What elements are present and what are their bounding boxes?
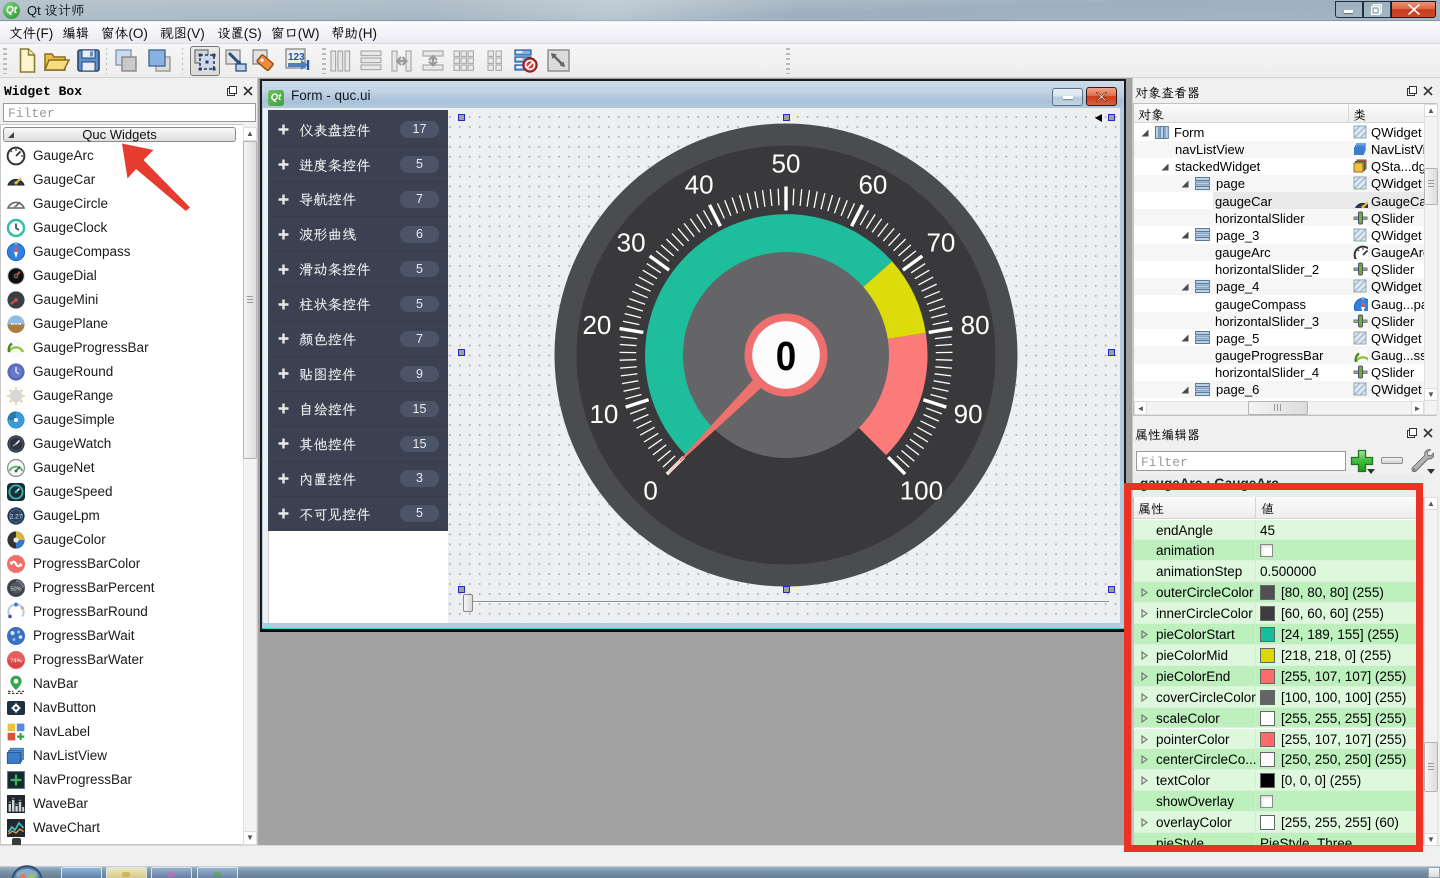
svg-text:40: 40 bbox=[685, 169, 714, 199]
svg-text:70: 70 bbox=[926, 227, 955, 257]
svg-text:74%: 74% bbox=[10, 659, 22, 665]
svg-text:90: 90 bbox=[954, 399, 983, 429]
svg-text:10: 10 bbox=[589, 399, 618, 429]
svg-text:50: 50 bbox=[772, 148, 801, 178]
svg-text:0: 0 bbox=[776, 334, 797, 379]
svg-text:20: 20 bbox=[582, 310, 611, 340]
svg-text:60: 60 bbox=[858, 169, 887, 199]
svg-text:0: 0 bbox=[643, 475, 657, 505]
svg-text:50%: 50% bbox=[10, 586, 21, 592]
svg-text:80: 80 bbox=[961, 310, 990, 340]
svg-text:30: 30 bbox=[617, 227, 646, 257]
svg-text:2.27: 2.27 bbox=[10, 514, 23, 521]
svg-text:100: 100 bbox=[900, 475, 943, 505]
